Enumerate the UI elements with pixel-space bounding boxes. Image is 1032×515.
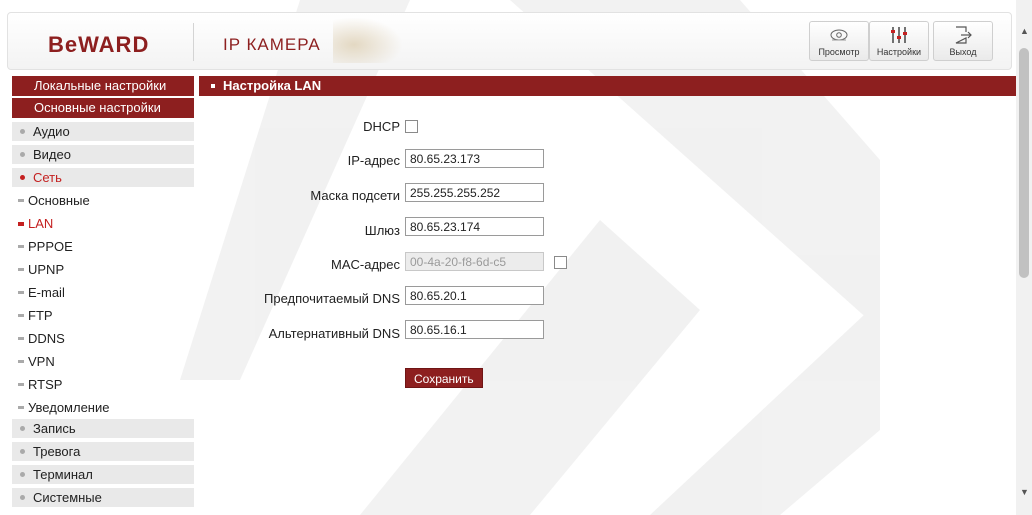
sidebar-sub-upnp[interactable]: UPNP <box>12 258 194 281</box>
bullet-icon <box>18 268 24 272</box>
sidebar-main-settings[interactable]: Основные настройки <box>12 98 194 118</box>
sidebar-sub-label: LAN <box>28 216 54 231</box>
bullet-icon <box>18 291 24 295</box>
dhcp-checkbox[interactable] <box>405 120 418 133</box>
sidebar-sub-label: Основные <box>28 193 90 208</box>
bullet-icon <box>20 152 25 158</box>
brand-logo: BeWARD <box>48 32 150 57</box>
sidebar-item-label: Запись <box>33 421 76 436</box>
sidebar-sub-label: RTSP <box>28 377 63 392</box>
sidebar-sub-label: UPNP <box>28 262 65 277</box>
bullet-icon <box>20 426 25 432</box>
sidebar-item-label: Тревога <box>33 444 81 459</box>
bullet-icon <box>20 129 25 135</box>
sidebar-sub-pppoe[interactable]: PPPOE <box>12 235 194 258</box>
exit-button-label: Выход <box>949 47 977 57</box>
sidebar-sub-notification[interactable]: Уведомление <box>12 396 194 419</box>
scroll-down-icon[interactable]: ▼ <box>1020 487 1029 497</box>
sidebar-item-terminal[interactable]: Терминал <box>12 465 194 484</box>
bullet-icon <box>211 84 215 88</box>
sidebar-sub-ftp[interactable]: FTP <box>12 304 194 327</box>
bullet-icon <box>18 221 24 226</box>
sidebar-sub-ddns[interactable]: DDNS <box>12 327 194 350</box>
sidebar-sub-vpn[interactable]: VPN <box>12 350 194 373</box>
sidebar-item-audio[interactable]: Аудио <box>12 122 194 141</box>
sidebar-item-video[interactable]: Видео <box>12 145 194 164</box>
settings-button-label: Настройки <box>876 47 922 57</box>
sidebar-sub-email[interactable]: E-mail <box>12 281 194 304</box>
save-button[interactable]: Сохранить <box>405 368 483 388</box>
sidebar-sub-label: DDNS <box>28 331 65 346</box>
dhcp-label: DHCP <box>363 119 400 134</box>
sidebar-sub-rtsp[interactable]: RTSP <box>12 373 194 396</box>
sidebar-item-label: Видео <box>33 147 71 162</box>
sidebar-item-network[interactable]: Сеть <box>12 168 194 187</box>
bullet-icon <box>18 360 24 364</box>
bullet-icon <box>18 337 24 341</box>
product-title: IP КАМЕРА <box>223 35 321 54</box>
view-button-label: Просмотр <box>818 47 860 57</box>
sliders-icon <box>870 25 928 47</box>
section-title: Настройка LAN <box>223 78 322 93</box>
mac-address-label: MAC-адрес <box>331 257 400 272</box>
ip-address-label: IP-адрес <box>347 153 400 168</box>
sidebar-item-label: Сеть <box>33 170 62 185</box>
sidebar-item-label: Аудио <box>33 124 70 139</box>
sidebar-item-label: Системные <box>33 490 102 505</box>
sidebar: Локальные настройки Основные настройки А… <box>12 76 194 511</box>
bullet-icon <box>20 495 25 501</box>
sidebar-local-settings[interactable]: Локальные настройки <box>12 76 194 96</box>
sidebar-sub-label: Уведомление <box>28 400 110 415</box>
sidebar-sub-lan[interactable]: LAN <box>12 212 194 235</box>
mac-address-checkbox[interactable] <box>554 256 567 269</box>
exit-button[interactable]: Выход <box>933 21 993 61</box>
view-button[interactable]: Просмотр <box>809 21 869 61</box>
header-bar: BeWARD IP КАМЕРА Просмотр Настройки Выхо… <box>7 12 1012 70</box>
gateway-label: Шлюз <box>364 223 400 238</box>
ip-address-input[interactable] <box>405 149 544 168</box>
sidebar-item-recording[interactable]: Запись <box>12 419 194 438</box>
preferred-dns-input[interactable] <box>405 286 544 305</box>
sidebar-sub-basic[interactable]: Основные <box>12 189 194 212</box>
scrollbar[interactable]: ▲ ▼ <box>1016 0 1032 515</box>
sidebar-sub-label: VPN <box>28 354 55 369</box>
header-divider <box>193 23 194 61</box>
scrollbar-thumb[interactable] <box>1019 48 1029 278</box>
sidebar-sub-label: PPPOE <box>28 239 73 254</box>
mac-address-input <box>405 252 544 271</box>
sidebar-item-label: Терминал <box>33 467 93 482</box>
bullet-icon <box>18 314 24 318</box>
bullet-icon <box>18 383 24 387</box>
bullet-icon <box>18 406 24 410</box>
settings-button[interactable]: Настройки <box>869 21 929 61</box>
sidebar-item-system[interactable]: Системные <box>12 488 194 507</box>
bullet-icon <box>18 199 24 203</box>
sidebar-sub-label: FTP <box>28 308 53 323</box>
sidebar-sub-label: E-mail <box>28 285 65 300</box>
bullet-icon <box>18 245 24 249</box>
eye-icon <box>810 25 868 47</box>
section-header: Настройка LAN <box>199 76 1019 96</box>
alternate-dns-input[interactable] <box>405 320 544 339</box>
subnet-mask-input[interactable] <box>405 183 544 202</box>
gateway-input[interactable] <box>405 217 544 236</box>
sidebar-item-alarm[interactable]: Тревога <box>12 442 194 461</box>
subnet-mask-label: Маска подсети <box>310 188 400 203</box>
preferred-dns-label: Предпочитаемый DNS <box>264 291 400 306</box>
bullet-icon <box>20 449 25 455</box>
exit-icon <box>934 25 992 47</box>
bullet-icon <box>20 472 25 478</box>
title-decoration <box>333 17 403 63</box>
scroll-up-icon[interactable]: ▲ <box>1020 26 1029 36</box>
bullet-icon <box>20 175 25 181</box>
alternate-dns-label: Альтернативный DNS <box>268 326 400 341</box>
